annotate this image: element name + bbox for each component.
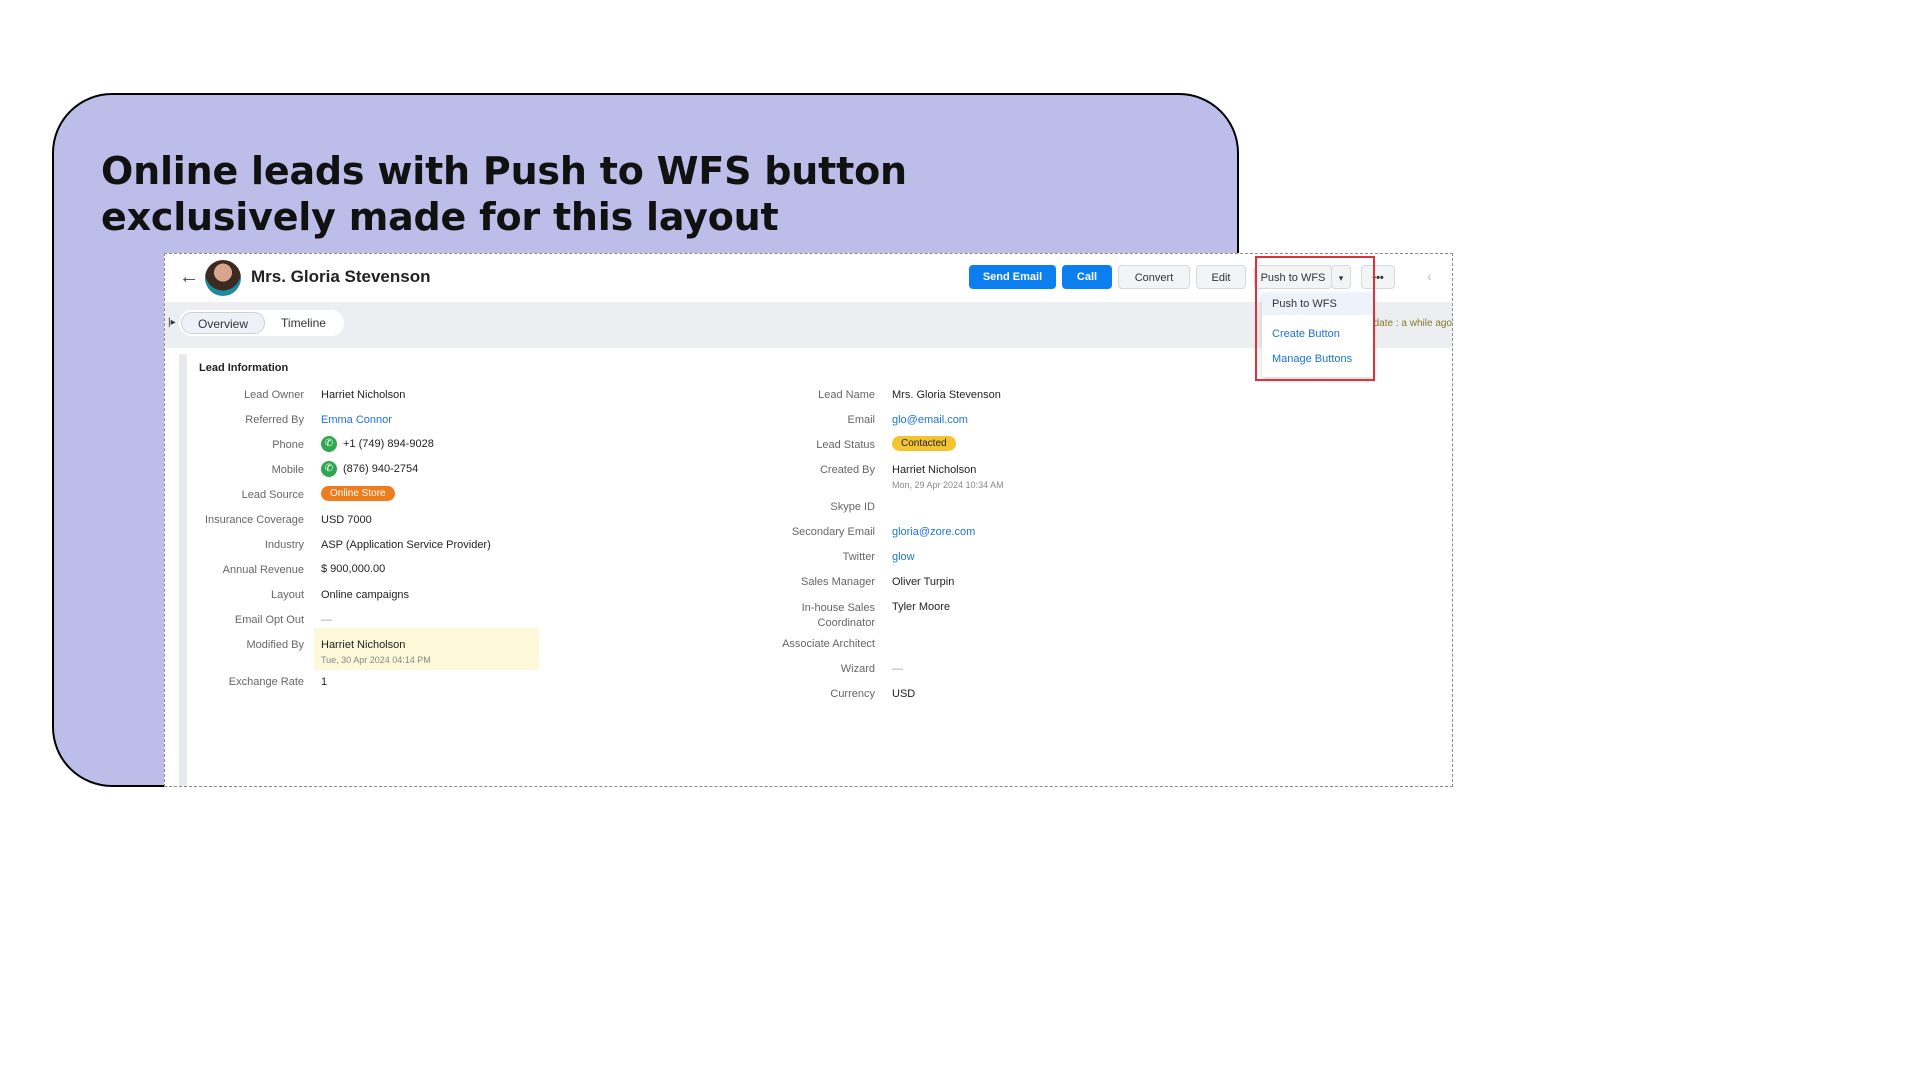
- lead-source-badge: Online Store: [321, 486, 395, 501]
- field-value: —: [892, 663, 903, 675]
- modified-by-date: Tue, 30 Apr 2024 04:14 PM: [321, 655, 431, 665]
- field-label: Lead Source: [241, 489, 304, 501]
- referred-by-link[interactable]: Emma Connor: [321, 414, 392, 426]
- record-title: Mrs. Gloria Stevenson: [251, 267, 431, 286]
- field-label: In-house Sales Coordinator: [617, 601, 875, 631]
- field-label: Sales Manager: [801, 576, 875, 588]
- twitter-link[interactable]: glow: [892, 551, 915, 563]
- headline-line-2: exclusively made for this layout: [101, 195, 779, 239]
- field-label-line-2: Coordinator: [817, 617, 875, 629]
- field-label: Lead Name: [818, 389, 875, 401]
- send-email-button[interactable]: Send Email: [969, 265, 1056, 289]
- sidebar-toggle-icon[interactable]: |▸: [168, 317, 176, 328]
- field-label: Associate Architect: [782, 638, 875, 650]
- tab-overview[interactable]: Overview: [181, 312, 266, 334]
- edit-button[interactable]: Edit: [1196, 265, 1246, 289]
- mobile-number: (876) 940-2754: [343, 462, 419, 475]
- section-title: Lead Information: [199, 362, 289, 374]
- field-label: Insurance Coverage: [204, 514, 304, 526]
- field-value: 1: [321, 676, 328, 688]
- field-label: Lead Owner: [244, 389, 304, 401]
- phone-icon[interactable]: ✆: [321, 461, 337, 477]
- phone-value: ✆ +1 (749) 894-9028: [321, 436, 434, 452]
- call-button[interactable]: Call: [1062, 265, 1112, 289]
- field-value: Harriet Nicholson: [321, 389, 406, 401]
- field-label: Secondary Email: [791, 526, 875, 538]
- field-label: Exchange Rate: [228, 676, 304, 688]
- email-link[interactable]: glo@email.com: [892, 414, 968, 426]
- secondary-email-link[interactable]: gloria@zore.com: [892, 526, 975, 538]
- field-value: Oliver Turpin: [892, 576, 955, 588]
- tab-timeline[interactable]: Timeline: [265, 312, 342, 334]
- mobile-value: ✆ (876) 940-2754: [321, 461, 418, 477]
- field-label: Lead Status: [816, 439, 875, 451]
- field-label: Phone: [272, 439, 304, 451]
- field-value: USD: [892, 688, 916, 700]
- last-updated-text: date : a while ago: [1373, 318, 1452, 329]
- field-value: USD 7000: [321, 514, 372, 526]
- field-label-line-1: In-house Sales: [801, 602, 875, 614]
- field-label: Modified By: [246, 639, 304, 651]
- lead-details: Lead Information Lead Owner Harriet Nich…: [179, 354, 1452, 786]
- slide: Online leads with Push to WFS button exc…: [0, 0, 1920, 1080]
- field-label: Wizard: [840, 663, 875, 675]
- field-value: Online campaigns: [321, 589, 410, 601]
- field-value: $ 900,000.00: [321, 563, 386, 575]
- phone-icon[interactable]: ✆: [321, 436, 337, 452]
- field-label: Skype ID: [830, 501, 875, 513]
- chevron-left-icon[interactable]: ‹: [1427, 268, 1432, 284]
- field-label: Email Opt Out: [234, 614, 304, 626]
- field-label: Currency: [830, 688, 875, 700]
- field-label: Industry: [264, 539, 304, 551]
- field-value: —: [321, 614, 332, 626]
- convert-button[interactable]: Convert: [1118, 265, 1190, 289]
- field-value: ASP (Application Service Provider): [321, 539, 491, 551]
- avatar: [205, 260, 241, 296]
- tabs: Overview Timeline: [179, 310, 344, 336]
- field-value: Mrs. Gloria Stevenson: [892, 389, 1001, 401]
- lead-status-badge: Contacted: [892, 436, 956, 451]
- field-label: Layout: [270, 589, 304, 601]
- field-label: Mobile: [271, 464, 304, 476]
- highlight-box: [1255, 256, 1375, 381]
- headline: Online leads with Push to WFS button exc…: [101, 148, 1001, 240]
- field-label: Created By: [819, 464, 875, 476]
- created-by-value: Harriet Nicholson Mon, 29 Apr 2024 10:34 …: [892, 464, 1004, 490]
- modified-by-name: Harriet Nicholson: [321, 639, 406, 651]
- field-label: Email: [847, 414, 875, 426]
- field-label: Referred By: [245, 414, 304, 426]
- field-label: Annual Revenue: [222, 564, 304, 576]
- created-by-name: Harriet Nicholson: [892, 464, 977, 476]
- field-label: Twitter: [842, 551, 875, 563]
- phone-number: +1 (749) 894-9028: [343, 437, 434, 450]
- lead-status-value: Contacted: [892, 436, 956, 451]
- modified-by-value: Harriet Nicholson Tue, 30 Apr 2024 04:14 …: [321, 639, 431, 665]
- headline-line-1: Online leads with Push to WFS button: [101, 149, 907, 193]
- lead-source-value: Online Store: [321, 486, 395, 501]
- field-value: Tyler Moore: [892, 601, 951, 613]
- back-arrow-icon[interactable]: ←: [179, 266, 199, 289]
- created-by-date: Mon, 29 Apr 2024 10:34 AM: [892, 480, 1004, 490]
